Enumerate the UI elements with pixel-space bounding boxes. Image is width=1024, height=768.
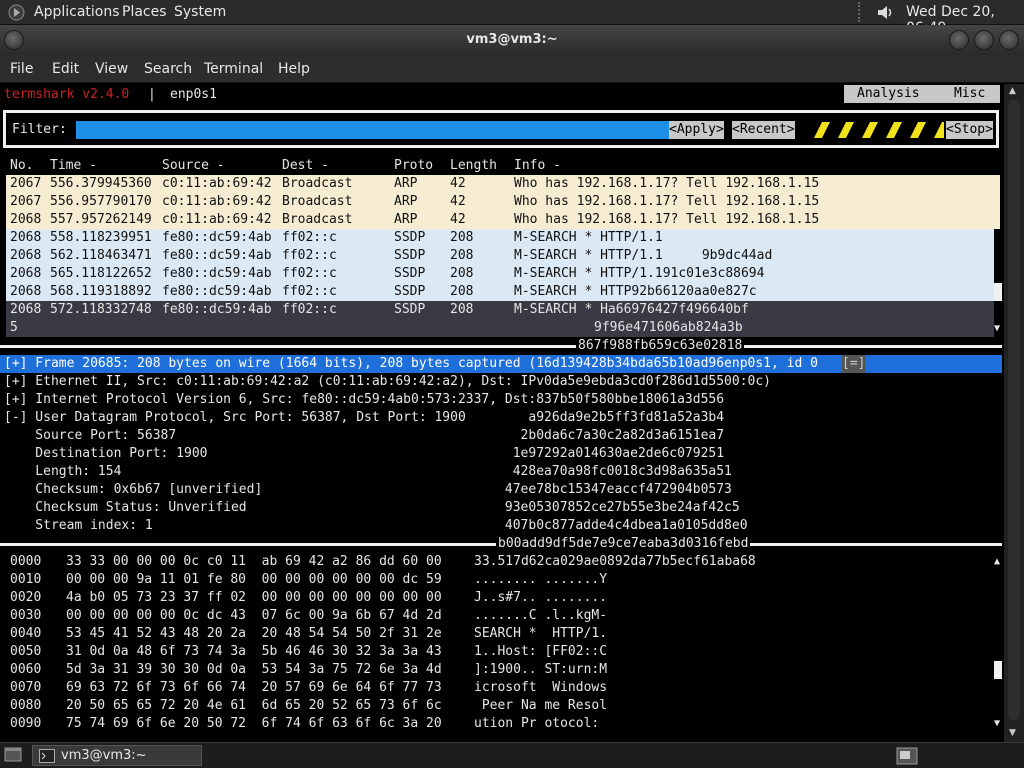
volume-icon[interactable] (876, 4, 894, 21)
window-scrollbar[interactable]: ▲ ▼ (1004, 84, 1024, 742)
col-no[interactable]: No. (10, 157, 41, 175)
terminal-icon (39, 749, 55, 763)
header-separator: | (148, 87, 156, 102)
tree-node-udp[interactable]: [-] User Datagram Protocol, Src Port: 56… (4, 409, 724, 427)
packet-row[interactable]: 2068 558.118239951 fe80::dc59:4ab ff02::c SS… (6, 229, 994, 247)
packet-row[interactable]: 2068 557.957262149 c0:11:ab:69:42 Broadcast… (6, 211, 1000, 229)
close-button[interactable] (999, 30, 1019, 50)
tree-node-ipv6[interactable]: [+] Internet Protocol Version 6, Src: fe… (4, 391, 724, 409)
packet-list-header: No. Time - Source - Dest - Proto Length … (0, 157, 1000, 175)
col-info[interactable]: Info - (514, 157, 561, 175)
menu-edit[interactable]: Edit (52, 61, 79, 77)
tree-field[interactable]: Destination Port: 1900 1e97292a014630ae2… (4, 445, 724, 463)
hex-scroll-thumb[interactable] (994, 661, 1002, 679)
packet-row[interactable]: 2068 562.118463471 fe80::dc59:4ab ff02::c SS… (6, 247, 994, 265)
maximize-button[interactable] (974, 30, 994, 50)
scrollbar-down-icon[interactable]: ▼ (1009, 728, 1016, 738)
taskbar-item-label: vm3@vm3:~ (61, 748, 147, 763)
app-title: termshark v2.4.0 (4, 87, 130, 102)
col-time[interactable]: Time - (50, 157, 97, 175)
show-desktop-icon[interactable] (4, 747, 22, 763)
pane-divider[interactable] (0, 345, 1002, 348)
menu-help[interactable]: Help (278, 61, 310, 77)
recent-button[interactable]: <Recent> (732, 121, 795, 139)
col-length[interactable]: Length (450, 157, 497, 175)
panel-handle (858, 2, 864, 22)
tree-field[interactable]: Checksum Status: Unverified 93e05307852c… (4, 499, 739, 517)
interface-name: enp0s1 (170, 87, 217, 102)
system-menu[interactable]: System (174, 4, 226, 20)
menu-search[interactable]: Search (144, 61, 192, 77)
tree-field[interactable]: Checksum: 0x6b67 [unverified] 47ee78bc15… (4, 481, 732, 499)
capture-spinner-icon (814, 122, 944, 138)
col-source[interactable]: Source - (162, 157, 225, 175)
top-panel: Applications Places System Wed Dec 20, 0… (0, 0, 1024, 36)
window-titlebar[interactable]: vm3@vm3:~ (0, 25, 1024, 55)
taskbar-item[interactable]: vm3@vm3:~ (32, 745, 202, 766)
filter-input[interactable] (76, 121, 670, 139)
window-title: vm3@vm3:~ (466, 32, 558, 47)
tree-field[interactable]: Length: 154 428ea70a98fc0018c3d98a635a51 (4, 463, 732, 481)
tab-misc[interactable]: Misc (954, 85, 985, 103)
apply-button[interactable]: <Apply> (669, 121, 724, 139)
minimize-button[interactable] (949, 30, 969, 50)
packet-row-selected[interactable]: 2068 572.118332748 fe80::dc59:4ab ff02::c SS… (6, 301, 994, 337)
filter-box: Filter: <Apply> <Recent> <Stop> (3, 110, 999, 148)
packet-row[interactable]: 2068 568.119318892 fe80::dc59:4ab ff02::c SS… (6, 283, 994, 301)
scroll-down-arrow-icon[interactable]: ▼ (994, 320, 1000, 338)
col-proto[interactable]: Proto (394, 157, 433, 175)
gnome-foot-icon[interactable] (8, 4, 25, 21)
scrollbar-thumb[interactable] (1008, 100, 1020, 720)
filter-label: Filter: (12, 122, 67, 137)
workspace-switcher-icon[interactable] (896, 747, 918, 765)
tree-marker[interactable]: [=] (842, 355, 866, 373)
applications-menu[interactable]: Applications (34, 4, 120, 20)
bottom-panel: vm3@vm3:~ (0, 742, 1024, 768)
divider-label: b00add9df5de7e9ce7eaba3d0316febd (496, 535, 751, 553)
terminal-area[interactable]: termshark v2.4.0 | enp0s1 Analysis Misc … (0, 84, 1024, 742)
menubar: File Edit View Search Terminal Help (0, 55, 1024, 83)
divider-label: 867f988fb659c63e02818 (576, 337, 745, 355)
menu-file[interactable]: File (10, 61, 33, 77)
scroll-down-arrow-icon[interactable]: ▼ (994, 715, 1000, 733)
packet-row[interactable]: 2067 556.379945360 c0:11:ab:69:42 Broadcast… (6, 175, 1000, 193)
scroll-up-arrow-icon[interactable]: ▲ (994, 553, 1000, 571)
packet-row[interactable]: 2067 556.957790170 c0:11:ab:69:42 Broadcast… (6, 193, 1000, 211)
stop-button[interactable]: <Stop> (946, 121, 993, 139)
tree-node-ethernet[interactable]: [+] Ethernet II, Src: c0:11:ab:69:42:a2 … (4, 373, 771, 391)
places-menu[interactable]: Places (122, 4, 167, 20)
menu-terminal[interactable]: Terminal (204, 61, 263, 77)
menu-view[interactable]: View (95, 61, 128, 77)
packet-row[interactable]: 2068 565.118122652 fe80::dc59:4ab ff02::c SS… (6, 265, 994, 283)
tree-field[interactable]: Source Port: 56387 2b0da6c7a30c2a82d3a61… (4, 427, 724, 445)
col-dest[interactable]: Dest - (282, 157, 329, 175)
tree-field[interactable]: Stream index: 1 407b0c877adde4c4dbea1a01… (4, 517, 747, 535)
tab-analysis[interactable]: Analysis (857, 85, 920, 103)
packet-list-scroll-thumb[interactable] (994, 283, 1002, 301)
scrollbar-up-icon[interactable]: ▲ (1009, 86, 1016, 96)
tab-bar: Analysis Misc (844, 85, 1000, 103)
tree-node-frame[interactable]: [+] Frame 20685: 208 bytes on wire (1664… (0, 355, 1002, 373)
